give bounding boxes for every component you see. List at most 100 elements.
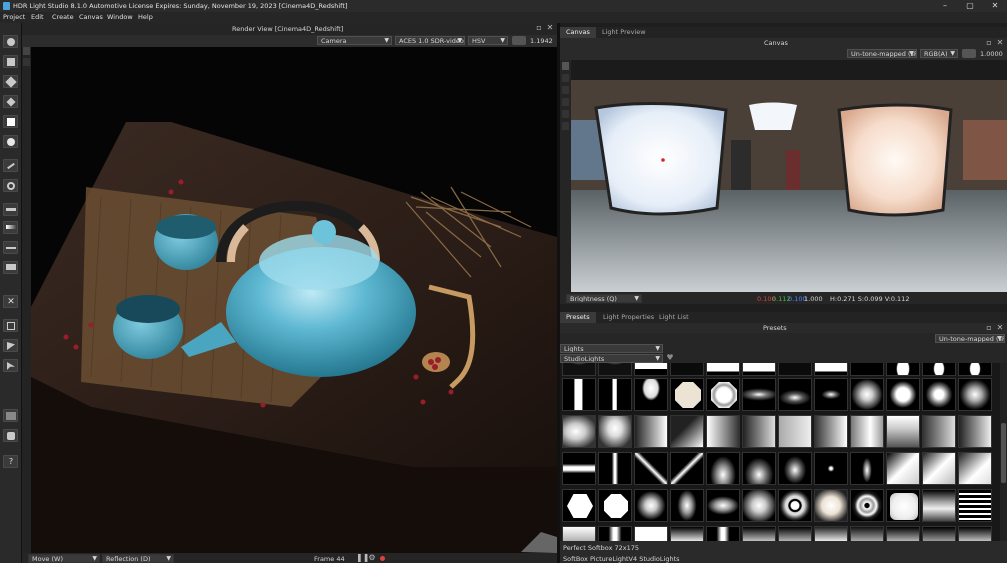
preset-thumbnail[interactable] bbox=[778, 489, 812, 522]
preset-thumbnail[interactable] bbox=[562, 452, 596, 485]
preset-thumbnail[interactable] bbox=[706, 526, 740, 541]
preset-thumbnail[interactable] bbox=[778, 363, 812, 376]
preset-thumbnail[interactable] bbox=[850, 489, 884, 522]
preset-thumbnail[interactable] bbox=[670, 378, 704, 411]
preset-thumbnail[interactable] bbox=[598, 489, 632, 522]
exposure-gear-icon[interactable] bbox=[962, 49, 976, 58]
arrow-icon[interactable] bbox=[23, 58, 30, 66]
scrollbar-thumb[interactable] bbox=[1001, 423, 1006, 483]
preset-thumbnail[interactable] bbox=[922, 378, 956, 411]
preset-thumbnail[interactable] bbox=[886, 378, 920, 411]
preset-thumbnail[interactable] bbox=[634, 489, 668, 522]
preset-thumbnail[interactable] bbox=[958, 378, 992, 411]
tool-sun-button[interactable] bbox=[3, 135, 18, 148]
preset-thumbnail[interactable] bbox=[850, 415, 884, 448]
tool-strip-button[interactable] bbox=[3, 203, 18, 216]
preset-thumbnail[interactable] bbox=[706, 363, 740, 376]
heart-icon[interactable]: ♥ bbox=[665, 353, 675, 363]
preset-thumbnail[interactable] bbox=[814, 363, 848, 376]
close-panel-icon[interactable]: ✕ bbox=[545, 23, 555, 33]
preset-thumbnail[interactable] bbox=[706, 378, 740, 411]
preset-thumbnail[interactable] bbox=[706, 489, 740, 522]
preset-thumbnail[interactable] bbox=[742, 452, 776, 485]
preset-thumbnail[interactable] bbox=[634, 526, 668, 541]
tab-canvas[interactable]: Canvas bbox=[560, 27, 596, 38]
canvas-exposure-value[interactable]: 1.0000 bbox=[980, 50, 1003, 58]
maximize-icon[interactable]: ▢ bbox=[961, 1, 979, 11]
menu-window[interactable]: Window bbox=[107, 13, 133, 21]
hdri-button[interactable] bbox=[3, 409, 18, 422]
preset-thumbnail[interactable] bbox=[562, 526, 596, 541]
close-icon[interactable]: ✕ bbox=[986, 1, 1004, 11]
preset-thumbnail[interactable] bbox=[922, 363, 956, 376]
tool-pointer-button[interactable] bbox=[3, 359, 18, 372]
preset-thumbnail[interactable] bbox=[958, 363, 992, 376]
settings-icon[interactable]: ⚙ bbox=[368, 553, 376, 563]
channels-select[interactable]: RGB(A) ▼ bbox=[920, 49, 958, 58]
arrow-icon[interactable] bbox=[562, 74, 569, 82]
preset-thumbnail[interactable] bbox=[742, 363, 776, 376]
preset-thumbnail[interactable] bbox=[922, 489, 956, 522]
menu-help[interactable]: Help bbox=[138, 13, 153, 21]
canvas-tone-mapping-select[interactable]: Un-tone-mapped (sR ▼ bbox=[847, 49, 917, 58]
preset-thumbnail[interactable] bbox=[886, 363, 920, 376]
presets-scrollbar[interactable] bbox=[1000, 363, 1007, 541]
tool-gradient-button[interactable] bbox=[3, 221, 18, 234]
tool-add-light-button[interactable] bbox=[3, 115, 18, 128]
preset-thumbnail[interactable] bbox=[670, 489, 704, 522]
tab-light-properties[interactable]: Light Properties bbox=[597, 312, 660, 323]
menu-canvas[interactable]: Canvas bbox=[79, 13, 103, 21]
preset-thumbnail[interactable] bbox=[778, 526, 812, 541]
tool-mode-select[interactable]: Move (W) ▼ bbox=[28, 554, 100, 563]
strip-light-top[interactable] bbox=[749, 102, 797, 131]
float-panel-icon[interactable]: ▫ bbox=[984, 323, 994, 333]
softbox-light-left[interactable] bbox=[594, 101, 728, 216]
preset-thumbnail[interactable] bbox=[634, 452, 668, 485]
preset-thumbnail[interactable] bbox=[598, 378, 632, 411]
preset-thumbnail[interactable] bbox=[706, 452, 740, 485]
camera-icon[interactable] bbox=[3, 429, 18, 442]
softbox-light-right[interactable] bbox=[837, 103, 953, 217]
record-icon[interactable] bbox=[380, 556, 385, 561]
tool-delete-button[interactable]: ✕ bbox=[3, 295, 18, 308]
tool-frame-button[interactable] bbox=[3, 319, 18, 332]
preset-thumbnail[interactable] bbox=[814, 489, 848, 522]
preset-thumbnail[interactable] bbox=[922, 452, 956, 485]
preset-thumbnail[interactable] bbox=[742, 378, 776, 411]
preset-thumbnail[interactable] bbox=[742, 526, 776, 541]
tool-smudge-button[interactable] bbox=[3, 75, 18, 88]
probe-select[interactable]: Brightness (Q) ▼ bbox=[566, 294, 642, 303]
exposure-gear-icon[interactable] bbox=[512, 36, 526, 45]
light-handle[interactable] bbox=[661, 158, 665, 162]
preset-thumbnail[interactable] bbox=[634, 415, 668, 448]
fit-icon[interactable] bbox=[562, 110, 569, 118]
preset-thumbnail[interactable] bbox=[850, 378, 884, 411]
preset-thumbnail[interactable] bbox=[706, 415, 740, 448]
pen-icon[interactable] bbox=[562, 62, 569, 70]
preset-thumbnail[interactable] bbox=[778, 415, 812, 448]
tool-diamond-button[interactable] bbox=[3, 95, 18, 108]
preset-thumbnail[interactable] bbox=[814, 378, 848, 411]
preset-thumbnail[interactable] bbox=[562, 378, 596, 411]
preset-thumbnail[interactable] bbox=[850, 526, 884, 541]
tool-bar-button[interactable] bbox=[3, 241, 18, 254]
preset-thumbnail[interactable] bbox=[778, 378, 812, 411]
minimize-icon[interactable]: – bbox=[936, 1, 954, 11]
menu-create[interactable]: Create bbox=[52, 13, 74, 21]
preset-thumbnail[interactable] bbox=[886, 526, 920, 541]
preset-thumbnail[interactable] bbox=[598, 526, 632, 541]
preset-thumbnail[interactable] bbox=[958, 489, 992, 522]
preset-thumbnail[interactable] bbox=[958, 415, 992, 448]
placement-mode-select[interactable]: Reflection (D) ▼ bbox=[102, 554, 174, 563]
preset-thumbnail[interactable] bbox=[814, 415, 848, 448]
close-panel-icon[interactable]: ✕ bbox=[995, 323, 1005, 333]
grid-icon[interactable] bbox=[562, 122, 569, 130]
preset-thumbnail[interactable] bbox=[922, 526, 956, 541]
render-image[interactable] bbox=[31, 47, 557, 553]
preset-thumbnail[interactable] bbox=[598, 415, 632, 448]
preset-thumbnail[interactable] bbox=[742, 415, 776, 448]
tab-light-list[interactable]: Light List bbox=[653, 312, 695, 323]
preset-thumbnail[interactable] bbox=[598, 363, 632, 376]
preset-thumbnail[interactable] bbox=[670, 363, 704, 376]
camera-select[interactable]: Camera ▼ bbox=[317, 36, 392, 45]
